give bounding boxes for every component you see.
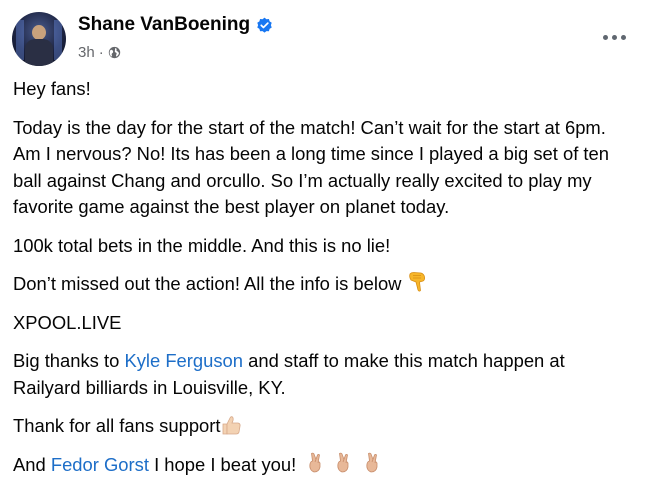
paragraph-text: Today is the day for the start of the ma… (13, 116, 609, 218)
mention-link-fedor-gorst[interactable]: Fedor Gorst (51, 454, 149, 475)
paragraph-text: XPOOL.LIVE (13, 311, 122, 333)
post-paragraph: And Fedor Gorst I hope I beat you! (13, 452, 633, 479)
avatar[interactable] (12, 12, 66, 66)
thumbs-up-emoji (222, 416, 240, 435)
avatar-light-right (54, 20, 62, 60)
post-paragraph: Thank for all fans support (13, 413, 633, 440)
post-paragraph: Big thanks to Kyle Ferguson and staff to… (13, 348, 633, 401)
more-options-dot (620, 34, 626, 40)
crossed-fingers-emoji (366, 452, 377, 472)
post-paragraph: XPOOL.LIVE (13, 310, 633, 337)
post-meta: 3h · (78, 44, 121, 61)
post-paragraph: Hey fans! (13, 76, 633, 103)
more-options-dot (611, 34, 617, 40)
crossed-fingers-group (301, 452, 381, 475)
avatar-figure-body (25, 39, 53, 66)
post-body: Hey fans! Today is the day for the start… (13, 76, 633, 490)
author-row: Shane VanBoening (78, 14, 273, 36)
paragraph-text: I hope I beat you! (148, 453, 297, 475)
post-paragraph: 100k total bets in the middle. And this … (13, 233, 633, 260)
globe-icon (108, 46, 120, 59)
crossed-fingers-emoji (309, 452, 321, 472)
crossed-fingers-emoji (337, 452, 349, 472)
backhand-index-pointing-down-emoji (408, 272, 425, 292)
paragraph-text: 100k total bets in the middle. And this … (13, 234, 391, 256)
post-time[interactable]: 3h (78, 44, 95, 61)
avatar-figure-head (32, 25, 46, 40)
paragraph-text: Big thanks to (13, 350, 125, 371)
more-options-icon (602, 34, 608, 40)
paragraph-text: Thank for all fans support (13, 415, 221, 436)
post-paragraph: Today is the day for the start of the ma… (13, 115, 633, 221)
more-options-button[interactable] (597, 22, 631, 52)
paragraph-text: And (13, 453, 51, 475)
verified-badge-icon (257, 17, 272, 33)
author-name[interactable]: Shane VanBoening (78, 14, 250, 36)
paragraph-text: Hey fans! (13, 78, 91, 99)
meta-separator: · (98, 44, 104, 61)
facebook-post: Shane VanBoening 3h · Hey fans! Today is… (0, 0, 645, 478)
avatar-light-left (16, 20, 24, 60)
mention-link-kyle-ferguson[interactable]: Kyle Ferguson (124, 350, 243, 371)
paragraph-text: Don’t missed out the action! All the inf… (13, 273, 402, 294)
post-header: Shane VanBoening 3h · (12, 12, 631, 66)
post-paragraph: Don’t missed out the action! All the inf… (13, 271, 633, 298)
